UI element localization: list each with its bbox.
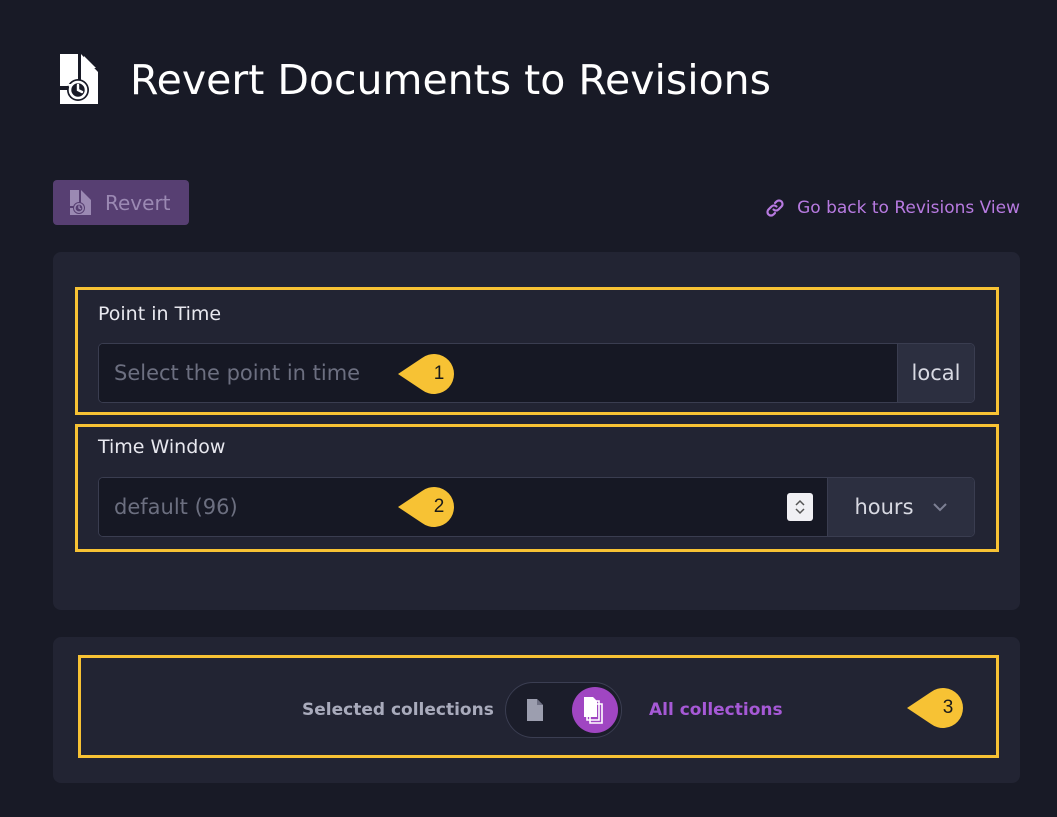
callout-3: 3 (907, 686, 969, 730)
selected-collections-label[interactable]: Selected collections (302, 700, 494, 720)
callout-number: 3 (942, 697, 954, 718)
link-icon (766, 199, 784, 217)
document-icon (527, 699, 543, 721)
collections-toggle[interactable] (505, 682, 622, 738)
time-window-label: Time Window (98, 436, 226, 458)
revert-revisions-page: Revert Documents to Revisions Revert Go … (0, 0, 1057, 817)
point-in-time-label: Point in Time (98, 303, 222, 325)
all-collections-label[interactable]: All collections (649, 700, 783, 720)
page-title: Revert Documents to Revisions (130, 56, 772, 104)
toggle-selected-collections[interactable] (518, 693, 552, 727)
timezone-addon: local (897, 344, 974, 402)
revert-button-label: Revert (105, 190, 171, 215)
time-unit-select[interactable]: hours (827, 478, 974, 536)
callout-2: 2 (398, 485, 460, 529)
number-spinner[interactable] (787, 493, 813, 521)
documents-stack-icon (584, 697, 603, 724)
toggle-all-collections[interactable] (572, 687, 618, 733)
back-link-label: Go back to Revisions View (797, 198, 1020, 218)
callout-number: 1 (433, 363, 445, 384)
revert-icon (70, 189, 91, 215)
chevron-up-icon[interactable] (794, 499, 806, 507)
chevron-down-icon (932, 503, 947, 512)
callout-number: 2 (433, 496, 445, 517)
callout-1: 1 (398, 352, 460, 396)
point-in-time-group: local (98, 343, 975, 403)
revert-button[interactable]: Revert (53, 180, 189, 225)
chevron-down-icon[interactable] (794, 507, 806, 515)
back-to-revisions-link[interactable]: Go back to Revisions View (765, 198, 1020, 218)
time-window-group: hours (98, 477, 975, 537)
revert-revisions-icon (60, 54, 98, 104)
point-in-time-input[interactable] (99, 344, 897, 402)
time-unit-value: hours (854, 495, 914, 519)
